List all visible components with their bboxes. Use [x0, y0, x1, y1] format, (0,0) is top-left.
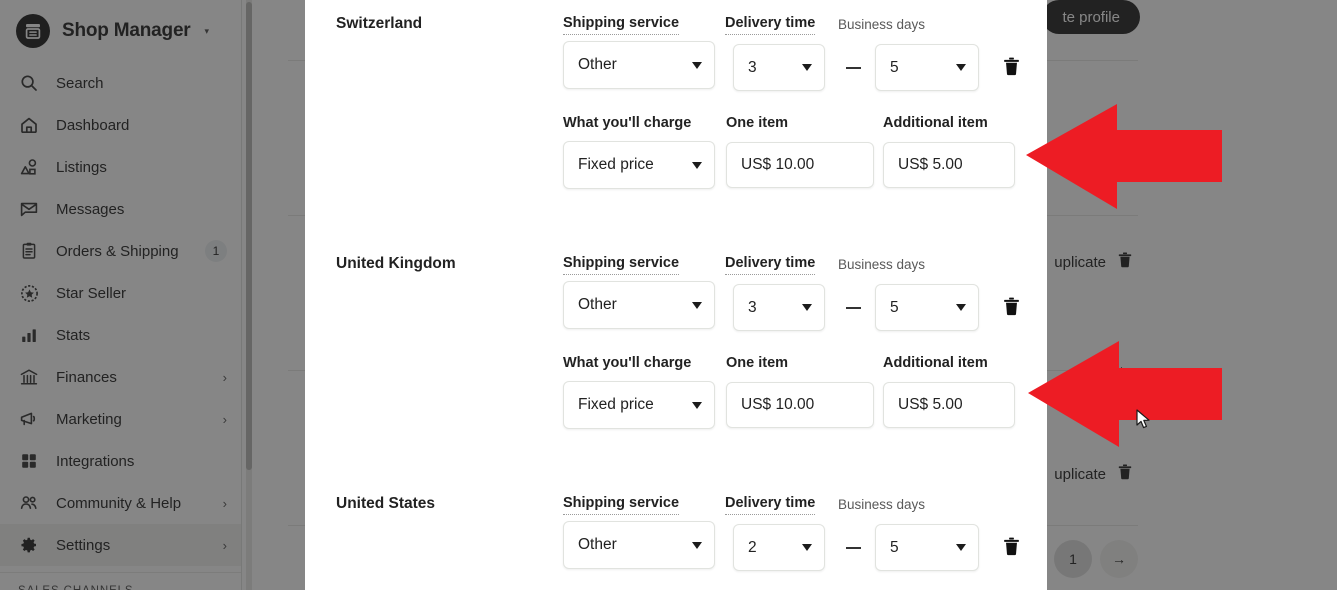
chevron-down-icon [802, 544, 812, 551]
country-name: Switzerland [336, 15, 423, 32]
country-name: United States [336, 495, 436, 512]
country-name: United Kingdom [336, 255, 456, 272]
shipping-profile-dialog: Switzerland Shipping service Delivery ti… [305, 0, 1047, 590]
chevron-down-icon [692, 541, 702, 549]
delivery-time-label[interactable]: Delivery time [725, 254, 816, 275]
delivery-min-select[interactable]: 2 [733, 524, 825, 571]
shipping-service-select[interactable]: Other [563, 281, 715, 329]
trash-icon[interactable] [999, 53, 1023, 79]
chevron-down-icon [692, 61, 702, 69]
delivery-time-label[interactable]: Delivery time [725, 494, 816, 515]
chevron-down-icon [692, 301, 702, 309]
shipping-service-value: Other [578, 536, 617, 553]
shipping-service-value: Other [578, 296, 617, 313]
one-item-label: One item [726, 355, 789, 371]
delivery-time-label[interactable]: Delivery time [725, 14, 816, 35]
charge-type-select[interactable]: Fixed price [563, 381, 715, 429]
chevron-down-icon [956, 64, 966, 71]
shipping-service-label[interactable]: Shipping service [563, 14, 680, 35]
one-item-price-value: US$ 10.00 [741, 156, 815, 173]
range-dash [846, 67, 861, 69]
screen-root: Shop Manager ▾ Search [0, 0, 1337, 590]
one-item-price-input[interactable]: US$ 10.00 [726, 142, 874, 188]
chevron-down-icon [956, 304, 966, 311]
charge-type-value: Fixed price [578, 396, 654, 413]
charge-type-select[interactable]: Fixed price [563, 141, 715, 189]
shipping-service-label[interactable]: Shipping service [563, 494, 680, 515]
delivery-max-value: 5 [890, 58, 899, 76]
additional-item-label: Additional item [883, 355, 988, 371]
what-youll-charge-label: What you'll charge [563, 355, 692, 371]
delivery-max-select[interactable]: 5 [875, 524, 979, 571]
mouse-cursor-icon [1136, 409, 1152, 436]
business-days-hint: Business days [838, 497, 926, 512]
delivery-max-select[interactable]: 5 [875, 44, 979, 91]
chevron-down-icon [692, 401, 702, 409]
additional-item-price-input[interactable]: US$ 5.00 [883, 382, 1015, 428]
trash-icon[interactable] [999, 533, 1023, 559]
one-item-label: One item [726, 115, 789, 131]
delivery-min-value: 3 [748, 58, 757, 76]
one-item-price-value: US$ 10.00 [741, 396, 815, 413]
delivery-min-value: 2 [748, 538, 757, 556]
trash-icon[interactable] [999, 293, 1023, 319]
delivery-min-value: 3 [748, 298, 757, 316]
chevron-down-icon [802, 304, 812, 311]
shipping-service-label[interactable]: Shipping service [563, 254, 680, 275]
shipping-service-select[interactable]: Other [563, 41, 715, 89]
chevron-down-icon [692, 161, 702, 169]
charge-type-value: Fixed price [578, 156, 654, 173]
delivery-min-select[interactable]: 3 [733, 44, 825, 91]
additional-item-price-value: US$ 5.00 [898, 396, 963, 413]
delivery-max-value: 5 [890, 538, 899, 556]
range-dash [846, 307, 861, 309]
business-days-hint: Business days [838, 17, 926, 32]
what-youll-charge-label: What you'll charge [563, 115, 692, 131]
delivery-max-value: 5 [890, 298, 899, 316]
delivery-max-select[interactable]: 5 [875, 284, 979, 331]
range-dash [846, 547, 861, 549]
additional-item-price-value: US$ 5.00 [898, 156, 963, 173]
one-item-price-input[interactable]: US$ 10.00 [726, 382, 874, 428]
business-days-hint: Business days [838, 257, 926, 272]
shipping-service-value: Other [578, 56, 617, 73]
delivery-min-select[interactable]: 3 [733, 284, 825, 331]
shipping-service-select[interactable]: Other [563, 521, 715, 569]
additional-item-price-input[interactable]: US$ 5.00 [883, 142, 1015, 188]
chevron-down-icon [956, 544, 966, 551]
additional-item-label: Additional item [883, 115, 988, 131]
chevron-down-icon [802, 64, 812, 71]
